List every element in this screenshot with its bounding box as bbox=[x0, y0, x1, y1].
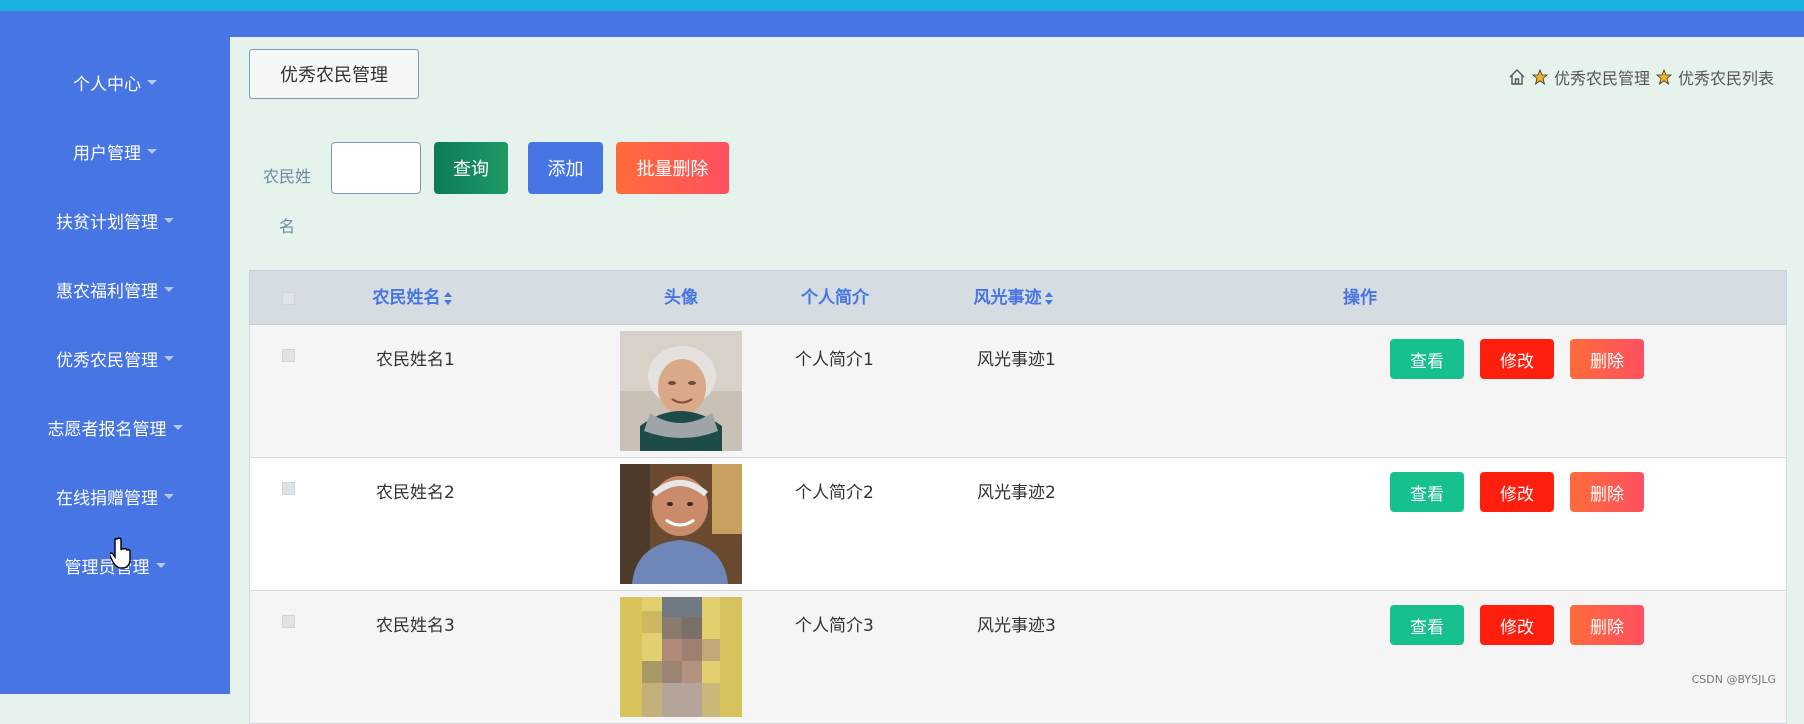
caret-down-icon bbox=[164, 493, 174, 499]
sidebar-item-user-management[interactable]: 用户管理 bbox=[0, 131, 230, 171]
breadcrumb-item: 优秀农民列表 bbox=[1677, 69, 1774, 88]
view-button[interactable]: 查看 bbox=[1390, 472, 1464, 512]
column-header-farmer-name[interactable]: 农民姓名 bbox=[362, 271, 462, 326]
intro-cell: 个人简介1 bbox=[795, 350, 874, 370]
avatar bbox=[620, 464, 742, 584]
sidebar-item-volunteer-signup[interactable]: 志愿者报名管理 bbox=[0, 407, 230, 447]
row-checkbox[interactable] bbox=[282, 482, 295, 495]
sidebar-item-label: 个人中心 bbox=[73, 74, 141, 95]
sidebar-item-label: 用户管理 bbox=[73, 143, 141, 164]
sidebar-item-excellent-farmer[interactable]: 优秀农民管理 bbox=[0, 338, 230, 378]
avatar bbox=[620, 331, 742, 451]
edit-button[interactable]: 修改 bbox=[1480, 339, 1554, 379]
farmer-name-cell: 农民姓名3 bbox=[376, 616, 455, 636]
table-row: 农民姓名2 个人简介2 风光事迹2 查看 修改 删除 bbox=[249, 458, 1787, 591]
search-label-farmer-name: 农民姓名 bbox=[262, 167, 311, 236]
caret-down-icon bbox=[147, 79, 157, 85]
farmer-name-cell: 农民姓名1 bbox=[376, 350, 455, 370]
intro-cell: 个人简介2 bbox=[795, 483, 874, 503]
sidebar-item-label: 在线捐赠管理 bbox=[56, 488, 158, 509]
sidebar-item-label: 扶贫计划管理 bbox=[56, 212, 158, 233]
delete-button[interactable]: 删除 bbox=[1570, 605, 1644, 645]
avatar bbox=[620, 597, 742, 717]
page-title: 优秀农民管理 bbox=[249, 49, 419, 99]
delete-button[interactable]: 删除 bbox=[1570, 339, 1644, 379]
caret-down-icon bbox=[164, 217, 174, 223]
row-checkbox[interactable] bbox=[282, 349, 295, 362]
caret-down-icon bbox=[164, 286, 174, 292]
query-button[interactable]: 查询 bbox=[434, 142, 508, 194]
elderly-man-photo bbox=[620, 464, 742, 584]
watermark: CSDN @BYSJLG bbox=[1691, 673, 1776, 686]
breadcrumb-item[interactable]: 优秀农民管理 bbox=[1554, 65, 1650, 89]
farmer-name-search-input[interactable] bbox=[331, 142, 421, 194]
column-header-actions: 操作 bbox=[1343, 288, 1377, 308]
farmers-table: 农民姓名 头像 个人简介 风光事迹 操作 农民姓名1 个人简介1 风光事迹1 查… bbox=[249, 270, 1787, 724]
caret-down-icon bbox=[164, 355, 174, 361]
delete-button[interactable]: 删除 bbox=[1570, 472, 1644, 512]
sort-icon[interactable] bbox=[1044, 291, 1053, 305]
sidebar-item-label: 优秀农民管理 bbox=[56, 350, 158, 371]
deeds-cell: 风光事迹1 bbox=[977, 350, 1056, 370]
column-header-avatar: 头像 bbox=[664, 288, 698, 308]
top-accent-strip bbox=[0, 0, 1804, 11]
main-content: 优秀农民管理 优秀农民管理 优秀农民列表 农民姓名 查询 添加 批量删除 农民姓… bbox=[230, 37, 1804, 724]
hand-cursor-icon bbox=[110, 537, 131, 569]
caret-down-icon bbox=[147, 148, 157, 154]
sidebar: 个人中心 用户管理 扶贫计划管理 惠农福利管理 优秀农民管理 志愿者报名管理 在… bbox=[0, 37, 230, 694]
table-row: 农民姓名3 个人简介3 风光事迹3 查看 修改 删除 bbox=[249, 591, 1787, 724]
deeds-cell: 风光事迹3 bbox=[977, 616, 1056, 636]
add-button[interactable]: 添加 bbox=[528, 142, 603, 194]
star-icon bbox=[1655, 69, 1672, 85]
sidebar-item-label: 惠农福利管理 bbox=[56, 281, 158, 302]
intro-cell: 个人简介3 bbox=[795, 616, 874, 636]
sidebar-item-label: 志愿者报名管理 bbox=[47, 419, 167, 440]
view-button[interactable]: 查看 bbox=[1390, 339, 1464, 379]
caret-down-icon bbox=[155, 562, 166, 568]
home-icon[interactable] bbox=[1508, 68, 1526, 86]
breadcrumb: 优秀农民管理 优秀农民列表 bbox=[1508, 65, 1774, 89]
top-bar bbox=[0, 11, 1804, 37]
sidebar-item-label: 管理员管理 bbox=[64, 557, 150, 578]
deeds-cell: 风光事迹2 bbox=[977, 483, 1056, 503]
farmer-name-cell: 农民姓名2 bbox=[376, 483, 455, 503]
sidebar-item-personal-center[interactable]: 个人中心 bbox=[0, 62, 230, 102]
column-header-intro: 个人简介 bbox=[801, 288, 869, 308]
sort-icon[interactable] bbox=[443, 291, 452, 305]
table-row: 农民姓名1 个人简介1 风光事迹1 查看 修改 删除 bbox=[249, 325, 1787, 458]
elderly-woman-photo bbox=[620, 331, 742, 451]
edit-button[interactable]: 修改 bbox=[1480, 472, 1554, 512]
select-all-checkbox[interactable] bbox=[282, 292, 295, 305]
star-icon bbox=[1531, 69, 1548, 85]
column-header-deeds[interactable]: 风光事迹 bbox=[958, 271, 1068, 326]
sidebar-item-farmer-welfare[interactable]: 惠农福利管理 bbox=[0, 269, 230, 309]
view-button[interactable]: 查看 bbox=[1390, 605, 1464, 645]
bulk-delete-button[interactable]: 批量删除 bbox=[616, 142, 729, 194]
row-checkbox[interactable] bbox=[282, 615, 295, 628]
edit-button[interactable]: 修改 bbox=[1480, 605, 1554, 645]
sidebar-item-online-donation[interactable]: 在线捐赠管理 bbox=[0, 476, 230, 516]
table-header: 农民姓名 头像 个人简介 风光事迹 操作 bbox=[249, 270, 1787, 325]
caret-down-icon bbox=[172, 424, 183, 430]
sidebar-item-poverty-plan[interactable]: 扶贫计划管理 bbox=[0, 200, 230, 240]
pixelated-photo bbox=[620, 597, 742, 717]
